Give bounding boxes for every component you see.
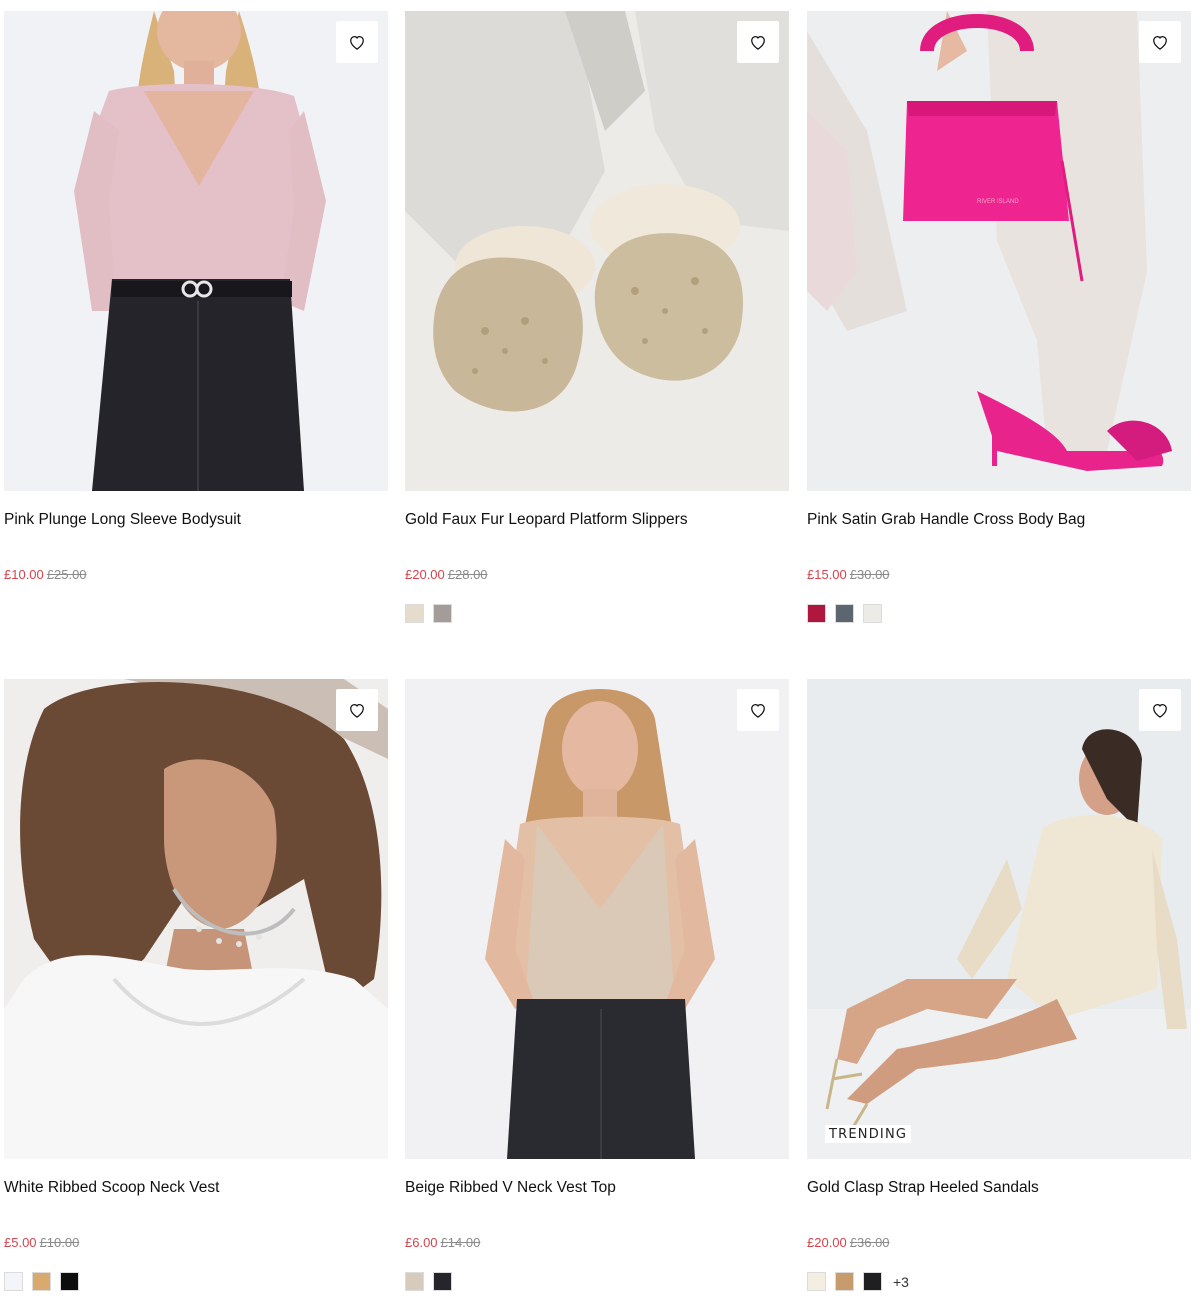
product-image[interactable]: TRENDING bbox=[807, 679, 1191, 1159]
heart-outline-icon bbox=[751, 35, 765, 50]
color-swatches: +3 bbox=[807, 1272, 909, 1291]
color-swatch[interactable] bbox=[433, 1272, 452, 1291]
wishlist-button[interactable] bbox=[737, 689, 779, 731]
wishlist-button[interactable] bbox=[1139, 689, 1181, 731]
vest-photo bbox=[4, 679, 388, 1159]
color-swatches bbox=[4, 1272, 79, 1291]
wishlist-button[interactable] bbox=[336, 689, 378, 731]
original-price: £10.00 bbox=[39, 1235, 80, 1250]
product-image[interactable] bbox=[405, 679, 789, 1159]
original-price: £36.00 bbox=[849, 1235, 890, 1250]
trending-badge: TRENDING bbox=[825, 1125, 912, 1143]
color-swatch[interactable] bbox=[60, 1272, 79, 1291]
product-title[interactable]: Pink Plunge Long Sleeve Bodysuit bbox=[4, 511, 388, 529]
product-title[interactable]: Gold Clasp Strap Heeled Sandals bbox=[807, 1179, 1191, 1197]
bag-logo: RIVER ISLAND bbox=[977, 199, 1019, 205]
color-swatch[interactable] bbox=[863, 604, 882, 623]
bag-photo: RIVER ISLAND bbox=[807, 11, 1191, 491]
product-price: £10.00 £25.00 bbox=[4, 567, 87, 582]
heart-outline-icon bbox=[751, 703, 765, 718]
product-price: £15.00 £30.00 bbox=[807, 567, 890, 582]
original-price: £25.00 bbox=[46, 567, 87, 582]
sandals-photo bbox=[807, 679, 1191, 1159]
color-swatch[interactable] bbox=[807, 1272, 826, 1291]
sale-price: £20.00 bbox=[405, 567, 445, 582]
sale-price: £6.00 bbox=[405, 1235, 438, 1250]
product-image[interactable] bbox=[4, 11, 388, 491]
slippers-photo bbox=[405, 11, 789, 491]
sale-price: £15.00 bbox=[807, 567, 847, 582]
product-title[interactable]: Gold Faux Fur Leopard Platform Slippers bbox=[405, 511, 789, 529]
color-swatch[interactable] bbox=[863, 1272, 882, 1291]
heart-outline-icon bbox=[1153, 703, 1167, 718]
sale-price: £20.00 bbox=[807, 1235, 847, 1250]
heart-outline-icon bbox=[1153, 35, 1167, 50]
product-price: £6.00 £14.00 bbox=[405, 1235, 480, 1250]
color-swatches bbox=[405, 604, 452, 623]
color-swatch[interactable] bbox=[835, 604, 854, 623]
color-swatch[interactable] bbox=[835, 1272, 854, 1291]
product-price: £5.00 £10.00 bbox=[4, 1235, 79, 1250]
color-swatch[interactable] bbox=[807, 604, 826, 623]
wishlist-button[interactable] bbox=[336, 21, 378, 63]
product-image[interactable] bbox=[405, 11, 789, 491]
original-price: £30.00 bbox=[849, 567, 890, 582]
product-grid: Pink Plunge Long Sleeve Bodysuit £10.00 £… bbox=[0, 0, 1200, 1299]
color-swatches bbox=[405, 1272, 452, 1291]
color-swatch[interactable] bbox=[433, 604, 452, 623]
heart-outline-icon bbox=[350, 35, 364, 50]
color-swatch[interactable] bbox=[32, 1272, 51, 1291]
wishlist-button[interactable] bbox=[737, 21, 779, 63]
sale-price: £10.00 bbox=[4, 567, 44, 582]
more-colors-link[interactable]: +3 bbox=[893, 1274, 909, 1290]
original-price: £14.00 bbox=[440, 1235, 481, 1250]
product-image[interactable] bbox=[4, 679, 388, 1159]
bodysuit-photo bbox=[4, 11, 388, 491]
color-swatch[interactable] bbox=[4, 1272, 23, 1291]
product-price: £20.00 £28.00 bbox=[405, 567, 488, 582]
vneck-photo bbox=[405, 679, 789, 1159]
wishlist-button[interactable] bbox=[1139, 21, 1181, 63]
product-title[interactable]: Beige Ribbed V Neck Vest Top bbox=[405, 1179, 789, 1197]
sale-price: £5.00 bbox=[4, 1235, 37, 1250]
product-price: £20.00 £36.00 bbox=[807, 1235, 890, 1250]
color-swatches bbox=[807, 604, 882, 623]
original-price: £28.00 bbox=[447, 567, 488, 582]
heart-outline-icon bbox=[350, 703, 364, 718]
color-swatch[interactable] bbox=[405, 1272, 424, 1291]
product-image[interactable]: RIVER ISLAND bbox=[807, 11, 1191, 491]
product-title[interactable]: Pink Satin Grab Handle Cross Body Bag bbox=[807, 511, 1191, 529]
product-title[interactable]: White Ribbed Scoop Neck Vest bbox=[4, 1179, 388, 1197]
color-swatch[interactable] bbox=[405, 604, 424, 623]
